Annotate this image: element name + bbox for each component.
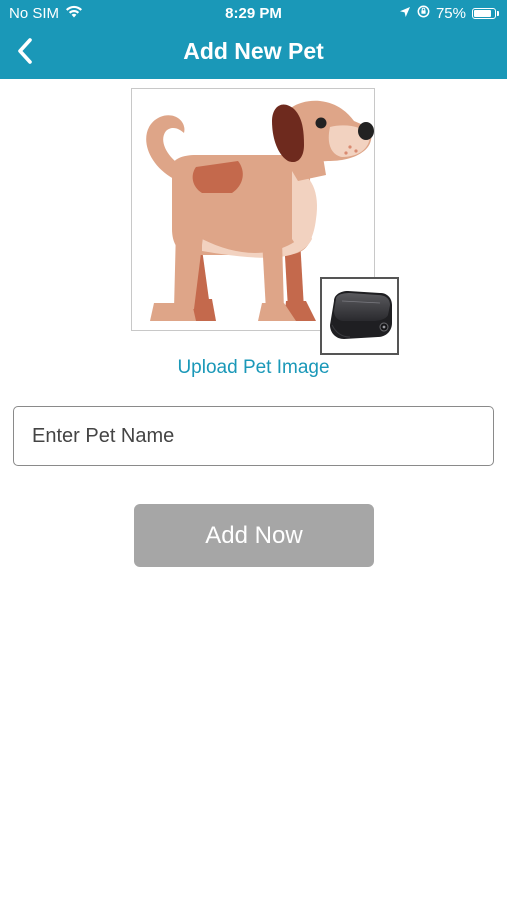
header: No SIM 8:29 PM 75% Add New Pet xyxy=(0,0,507,79)
page-title: Add New Pet xyxy=(183,38,324,64)
nav-bar: Add New Pet xyxy=(0,28,507,79)
orientation-lock-icon xyxy=(417,5,430,22)
status-right: 75% xyxy=(399,5,499,22)
battery-percent: 75% xyxy=(435,5,466,22)
pet-name-input[interactable] xyxy=(13,406,494,466)
upload-pet-image-link[interactable]: Upload Pet Image xyxy=(0,357,507,379)
add-new-pet-screen: No SIM 8:29 PM 75% Add New Pet Upload Pe… xyxy=(0,0,507,900)
add-now-button[interactable]: Add Now xyxy=(134,504,374,567)
status-bar: No SIM 8:29 PM 75% xyxy=(0,0,507,28)
battery-icon xyxy=(472,8,496,19)
battery-tip xyxy=(497,11,499,16)
battery-fill xyxy=(474,10,491,17)
location-arrow-icon xyxy=(399,5,411,22)
gps-collar-device-image xyxy=(330,291,392,339)
collar-device-thumbnail[interactable] xyxy=(320,277,399,355)
